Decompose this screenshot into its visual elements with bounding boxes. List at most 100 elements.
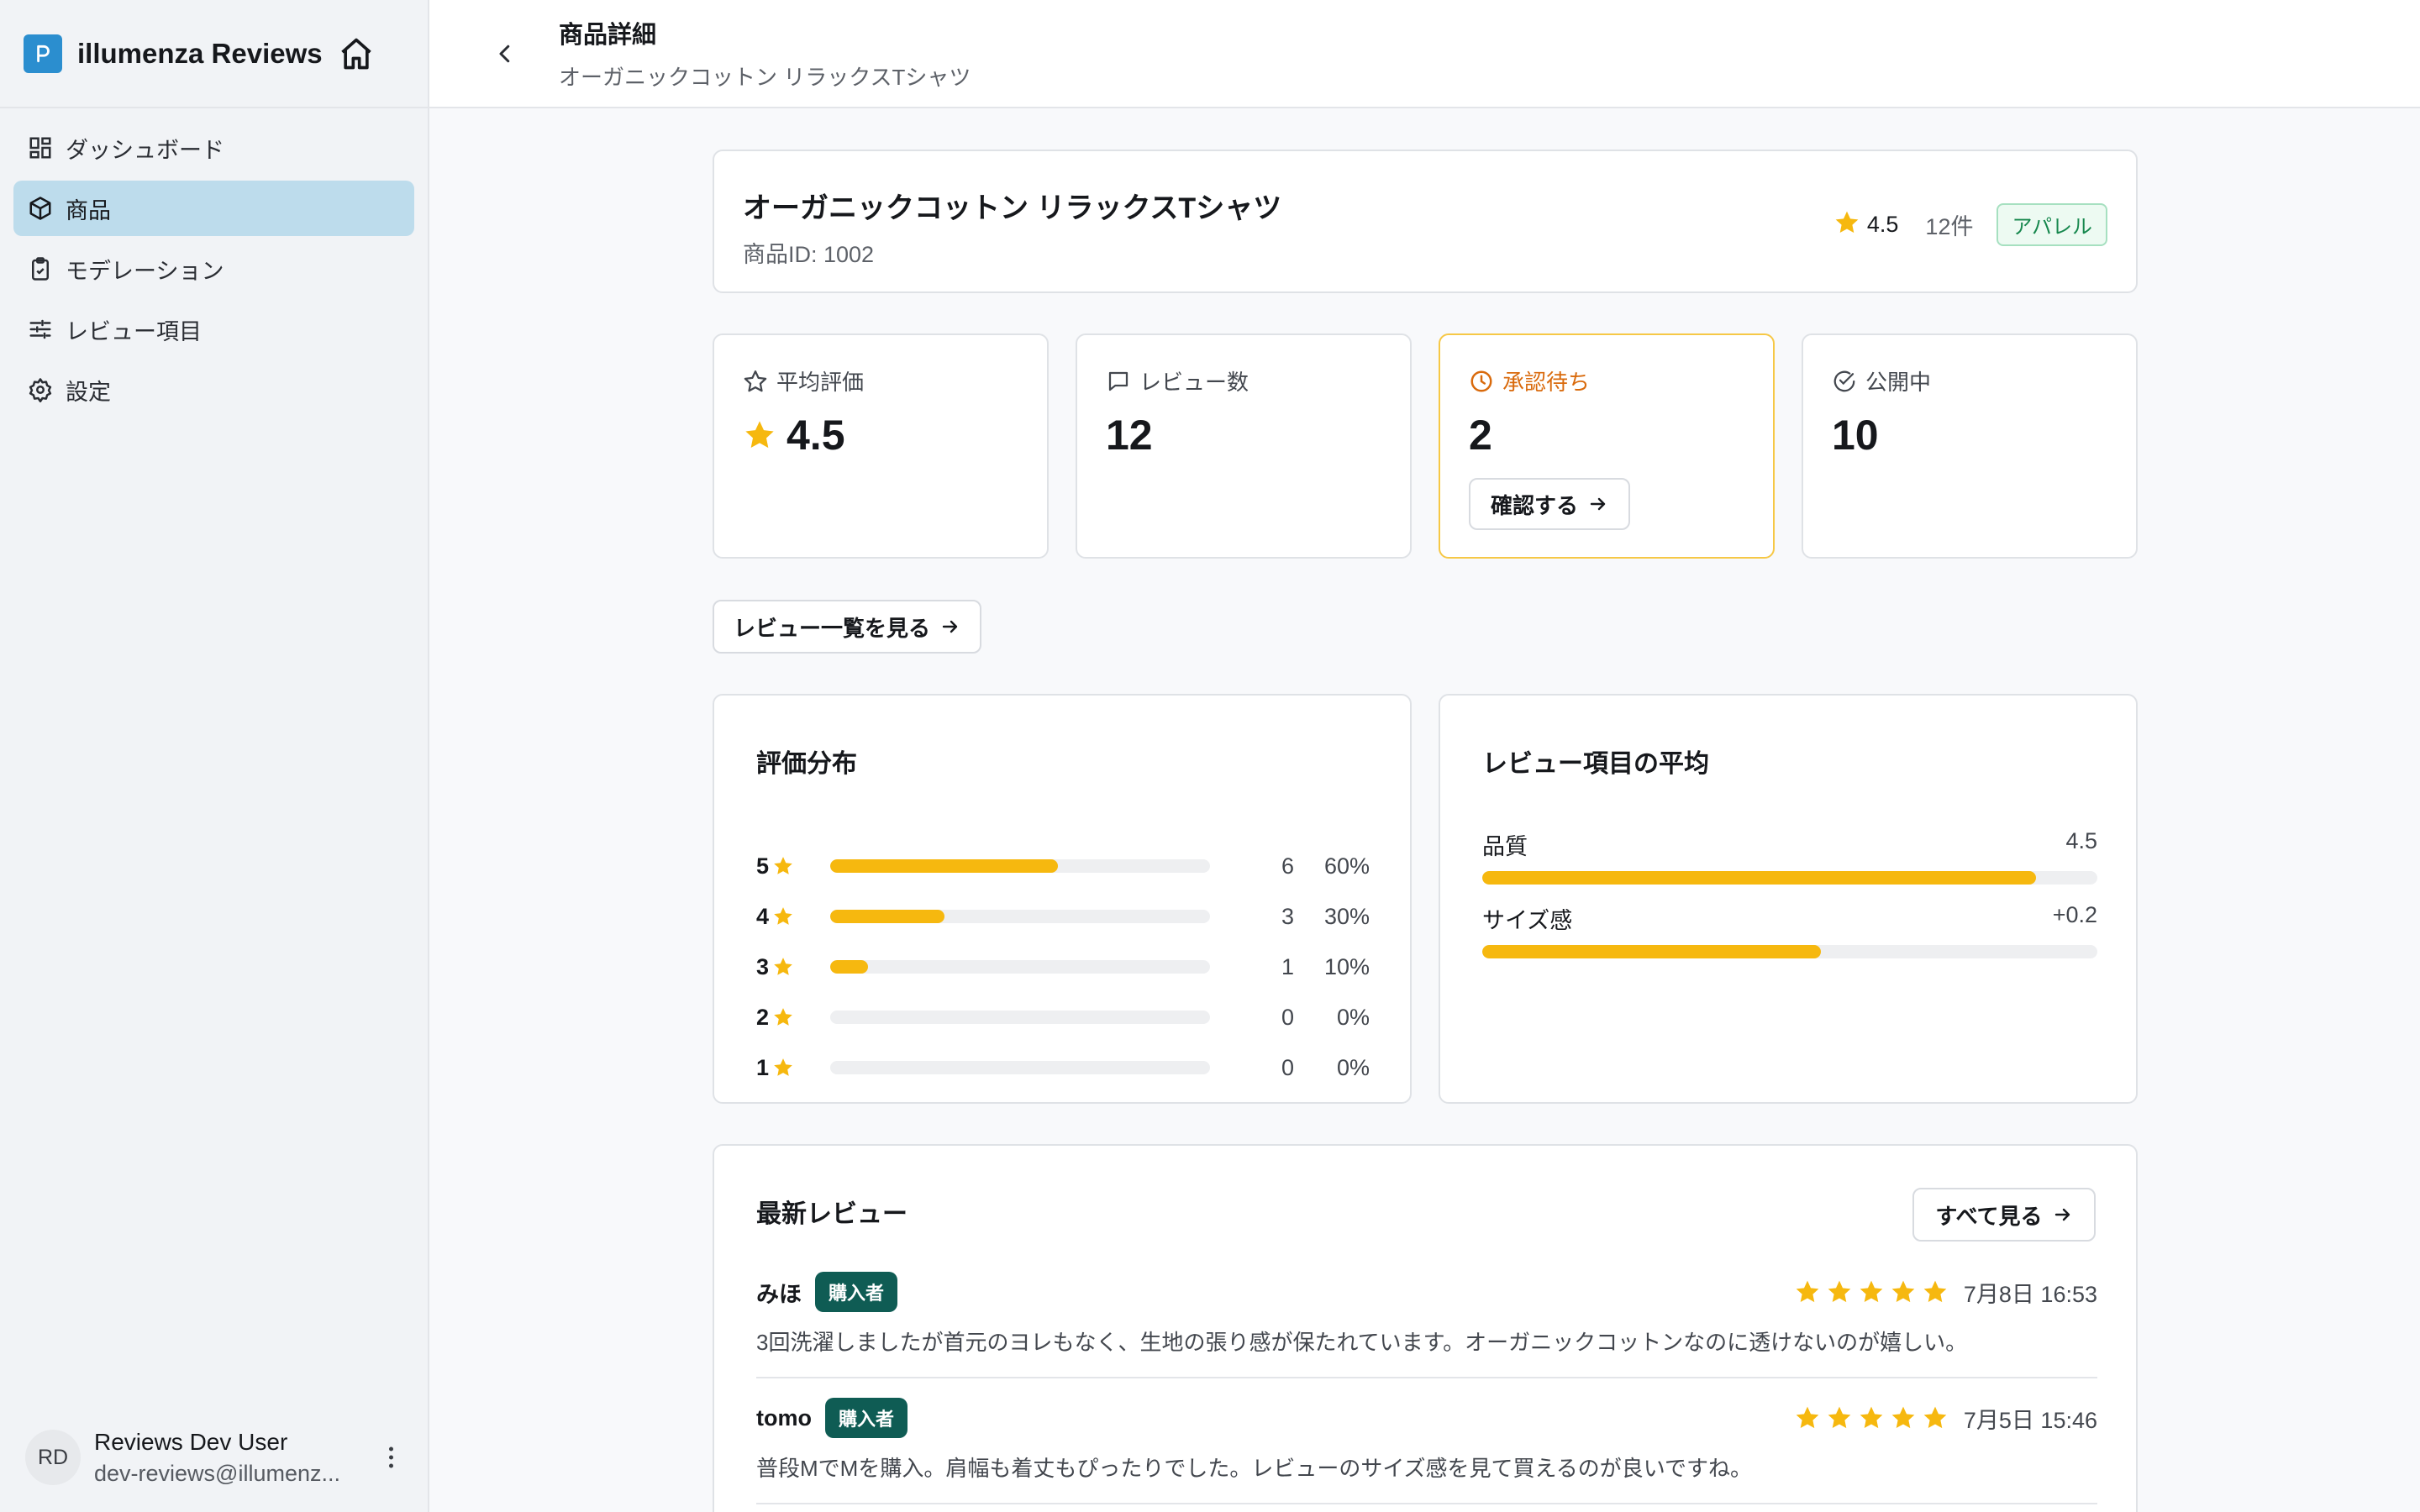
star-icon xyxy=(1922,1404,1949,1431)
sidebar-item-products[interactable]: 商品 xyxy=(13,181,414,236)
stat-average-rating: 平均評価 4.5 xyxy=(713,333,1049,559)
rating-distribution-card: 評価分布 5 6 60% 4 3 30% 3 1 10% 2 0 0% 1 0 0% xyxy=(713,694,1412,1104)
distribution-bar xyxy=(830,1061,1210,1074)
distribution-percent: 10% xyxy=(1323,953,1370,979)
star-icon xyxy=(1826,1278,1853,1305)
distribution-count: 0 xyxy=(1281,1054,1294,1080)
product-id: 商品ID: 1002 xyxy=(743,242,875,267)
review-item[interactable]: tomo 購入者 7月5日 15:46 普段MでMを購入。肩幅も着丈もぴったりでした。… xyxy=(756,1398,2097,1504)
star-icon xyxy=(772,1006,794,1028)
app-logo xyxy=(24,34,62,73)
sidebar-item-dashboard[interactable]: ダッシュボード xyxy=(13,120,414,176)
star-outline-icon xyxy=(743,369,768,394)
stat-value: 10 xyxy=(1832,412,1879,459)
product-name: オーガニックコットン リラックスTシャツ xyxy=(743,192,1282,224)
review-item-averages-card: レビュー項目の平均 品質 4.5 サイズ感 +0.2 xyxy=(1439,694,2138,1104)
distribution-count: 1 xyxy=(1281,953,1294,979)
distribution-row: 4 3 30% xyxy=(756,900,1370,933)
sidebar-item-label: レビュー項目 xyxy=(66,318,202,344)
product-rating: 4.5 xyxy=(1866,212,1899,237)
distribution-row: 3 1 10% xyxy=(756,950,1370,984)
arrow-right-icon xyxy=(2053,1205,2073,1225)
card-title: 評価分布 xyxy=(756,750,857,778)
distribution-percent: 0% xyxy=(1336,1004,1370,1030)
star-level: 1 xyxy=(756,1054,770,1080)
distribution-percent: 60% xyxy=(1323,853,1370,879)
latest-reviews-card: 最新レビュー すべて見る みほ 購入者 7月8日 16:53 3回洗濯しましたが首元の… xyxy=(713,1144,2138,1512)
product-review-count: 12件 xyxy=(1925,214,1974,239)
sidebar-item-settings[interactable]: 設定 xyxy=(13,362,414,417)
card-title: レビュー項目の平均 xyxy=(1482,750,1709,778)
distribution-bar xyxy=(830,960,1210,974)
distribution-bar-fill xyxy=(830,859,1059,873)
see-all-button[interactable]: すべて見る xyxy=(1912,1188,2096,1242)
star-icon xyxy=(1858,1278,1885,1305)
sidebar-item-review-items[interactable]: レビュー項目 xyxy=(13,302,414,357)
sidebar-item-label: モデレーション xyxy=(66,258,224,284)
page-header: 商品詳細 オーガニックコットン リラックスTシャツ xyxy=(429,0,2420,108)
attribute-row: 品質 4.5 xyxy=(1482,828,2097,885)
distribution-bar-fill xyxy=(830,910,944,923)
distribution-row: 1 0 0% xyxy=(756,1051,1370,1084)
distribution-percent: 30% xyxy=(1323,903,1370,929)
sidebar: illumenza Reviews ダッシュボード 商品 モデレーション レビュ… xyxy=(0,0,429,1512)
star-icon xyxy=(1922,1278,1949,1305)
sliders-icon xyxy=(27,316,54,343)
attribute-name: サイズ感 xyxy=(1482,908,1573,933)
dashboard-icon xyxy=(27,134,54,161)
review-rating xyxy=(1794,1278,1949,1305)
attribute-bar-fill xyxy=(1482,871,2036,885)
attribute-bar xyxy=(1482,871,2097,885)
review-date: 7月5日 15:46 xyxy=(1963,1407,2097,1433)
reviewer-name: みほ xyxy=(756,1281,802,1307)
avatar: RD xyxy=(25,1430,81,1485)
star-icon xyxy=(772,906,794,927)
star-icon xyxy=(1833,209,1860,240)
divider xyxy=(756,1377,2097,1378)
stat-label: レビュー数 xyxy=(1139,370,1249,395)
user-name: Reviews Dev User xyxy=(94,1428,288,1455)
attribute-bar xyxy=(1482,945,2097,958)
star-icon xyxy=(1858,1404,1885,1431)
box-icon xyxy=(27,195,54,222)
review-rating xyxy=(1794,1404,1949,1431)
star-icon xyxy=(772,956,794,978)
sidebar-item-label: 商品 xyxy=(66,197,111,223)
distribution-bar xyxy=(830,1011,1210,1024)
attribute-value: 4.5 xyxy=(2065,828,2097,853)
page-subtitle: オーガニックコットン リラックスTシャツ xyxy=(559,65,971,90)
clipboard-check-icon xyxy=(27,255,54,282)
home-icon[interactable] xyxy=(338,35,375,72)
view-reviews-button[interactable]: レビュー一覧を見る xyxy=(713,600,981,654)
confirm-pending-button[interactable]: 確認する xyxy=(1469,478,1630,530)
sidebar-item-label: 設定 xyxy=(66,379,111,405)
attribute-value: +0.2 xyxy=(2052,902,2097,927)
distribution-row: 2 0 0% xyxy=(756,1000,1370,1034)
distribution-count: 6 xyxy=(1281,853,1294,879)
distribution-count: 0 xyxy=(1281,1004,1294,1030)
back-button[interactable] xyxy=(488,37,522,71)
star-icon xyxy=(743,418,776,452)
attribute-name: 品質 xyxy=(1482,834,1528,859)
user-email: dev-reviews@illumenz... xyxy=(94,1460,340,1486)
star-level: 2 xyxy=(756,1004,770,1030)
review-item[interactable]: みほ 購入者 7月8日 16:53 3回洗濯しましたが首元のヨレもなく、生地の張り感が… xyxy=(756,1272,2097,1378)
reviewer-name: tomo xyxy=(756,1404,812,1431)
stat-review-count: レビュー数 12 xyxy=(1076,333,1412,559)
distribution-bar xyxy=(830,910,1210,923)
page-title: 商品詳細 xyxy=(559,22,657,49)
star-icon xyxy=(1890,1404,1917,1431)
arrow-right-icon xyxy=(940,617,960,637)
distribution-bar xyxy=(830,859,1210,873)
review-date: 7月8日 16:53 xyxy=(1963,1281,2097,1307)
more-vertical-icon[interactable] xyxy=(382,1446,399,1468)
card-title: 最新レビュー xyxy=(756,1200,908,1228)
gear-icon xyxy=(27,376,54,403)
star-icon xyxy=(1826,1404,1853,1431)
sidebar-item-moderation[interactable]: モデレーション xyxy=(13,241,414,297)
clock-icon xyxy=(1469,369,1494,394)
user-profile[interactable]: RD Reviews Dev User dev-reviews@illumenz… xyxy=(0,1403,428,1512)
stat-label: 承認待ち xyxy=(1502,370,1591,395)
review-body: 3回洗濯しましたが首元のヨレもなく、生地の張り感が保たれています。オーガニックコ… xyxy=(756,1330,1968,1355)
product-summary-card: オーガニックコットン リラックスTシャツ 商品ID: 1002 4.5 12件 … xyxy=(713,150,2138,293)
